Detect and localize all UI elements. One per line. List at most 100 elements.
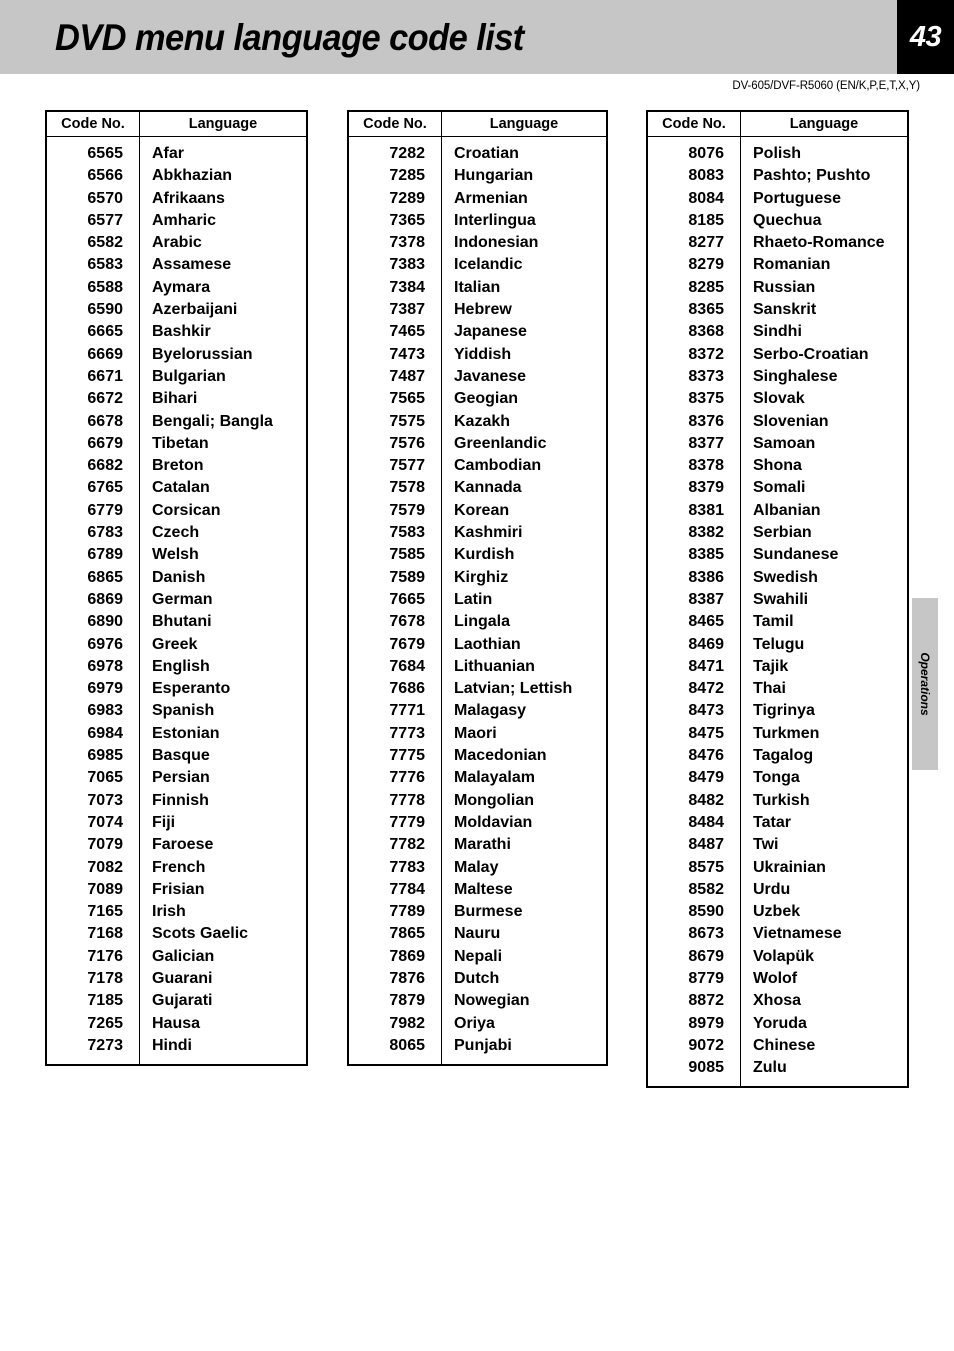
cell-code-no: 8482 xyxy=(648,789,741,812)
table-row: 8378 Shona xyxy=(648,455,907,478)
cell-code-no: 7579 xyxy=(349,499,442,523)
cell-language: Persian xyxy=(152,769,210,787)
cell-language: Frisian xyxy=(152,880,205,898)
cell-language: Malay xyxy=(454,858,499,876)
table-row: 7779 Moldavian xyxy=(349,811,606,835)
table-row: 8387 Swahili xyxy=(648,588,907,612)
table-row: 7879 Nowegian xyxy=(349,990,606,1013)
cell-language: Quechua xyxy=(753,211,822,229)
table-row: 7185 Gujarati xyxy=(47,990,306,1013)
cell-language: Greenlandic xyxy=(454,434,547,452)
cell-language: Yiddish xyxy=(454,345,512,363)
chapter-tab-operations: Operations xyxy=(912,598,938,770)
table-body: 8076 Polish 8083 Pashto; Pushto 8084 Portugue… xyxy=(648,136,907,1087)
cell-code-no: 7074 xyxy=(47,811,140,835)
cell-code-no: 6890 xyxy=(47,611,140,634)
cell-code-no: 8376 xyxy=(648,410,741,433)
cell-code-no: 7776 xyxy=(349,767,442,790)
page-number-badge: 43 xyxy=(897,0,954,74)
table-row: 8185 Quechua xyxy=(648,209,907,233)
cell-language: Moldavian xyxy=(454,813,533,831)
cell-code-no: 6582 xyxy=(47,232,140,255)
table-body: 7282 Croatian 7285 Hungarian 7289 Armenian 736… xyxy=(349,136,606,1065)
column-header-code-no: Code No. xyxy=(648,112,741,137)
cell-code-no: 6669 xyxy=(47,343,140,366)
cell-language: Latin xyxy=(454,590,493,608)
cell-code-no: 7473 xyxy=(349,343,442,366)
cell-code-no: 7585 xyxy=(349,544,442,567)
cell-language: Marathi xyxy=(454,836,511,854)
cell-language: Portuguese xyxy=(753,189,842,207)
cell-code-no: 8479 xyxy=(648,767,741,790)
cell-code-no: 8475 xyxy=(648,722,741,746)
cell-code-no: 6976 xyxy=(47,633,140,656)
cell-language: Byelorussian xyxy=(152,345,253,363)
cell-language: Somali xyxy=(753,479,806,497)
cell-language: Croatian xyxy=(454,145,519,162)
table-row: 7778 Mongolian xyxy=(349,789,606,812)
table-row: 7575 Kazakh xyxy=(349,410,606,433)
cell-code-no: 8379 xyxy=(648,477,741,500)
table-row: 7869 Nepali xyxy=(349,945,606,968)
cell-code-no: 7789 xyxy=(349,901,442,924)
language-code-table-1: Code No. Language 6565 Afar 6566 Abkhazian 6… xyxy=(45,110,308,1067)
cell-language: Arabic xyxy=(152,234,202,252)
language-code-table-3: Code No. Language 8076 Polish 8083 Pashto; … xyxy=(646,110,909,1089)
table-row: 8479 Tonga xyxy=(648,767,907,790)
cell-code-no: 7879 xyxy=(349,990,442,1013)
cell-language: Welsh xyxy=(152,546,199,564)
column-header-language: Language xyxy=(139,112,306,137)
table-row: 8679 Volapük xyxy=(648,945,907,968)
table-row: 7771 Malagasy xyxy=(349,700,606,723)
cell-code-no: 8673 xyxy=(648,923,741,946)
cell-language: Hindi xyxy=(152,1036,192,1054)
table-row: 6779 Corsican xyxy=(47,499,306,523)
table-row: 7789 Burmese xyxy=(349,901,606,924)
table-row: 6678 Bengali; Bangla xyxy=(47,410,306,433)
cell-code-no: 7073 xyxy=(47,789,140,812)
cell-language: Laothian xyxy=(454,635,521,653)
cell-language: Rhaeto-Romance xyxy=(753,234,885,252)
table-row: 6669 Byelorussian xyxy=(47,343,306,366)
table-row: 7465 Japanese xyxy=(349,321,606,344)
table-row: 7178 Guarani xyxy=(47,967,306,991)
cell-code-no: 8365 xyxy=(648,299,741,322)
code-table: Code No. Language 8076 Polish 8083 Pashto; … xyxy=(648,112,907,1087)
table-row: 8590 Uzbek xyxy=(648,901,907,924)
cell-language: Basque xyxy=(152,747,210,765)
cell-code-no: 8979 xyxy=(648,1012,741,1035)
cell-code-no: 8378 xyxy=(648,455,741,478)
cell-language: Estonian xyxy=(152,724,220,742)
table-row: 7384 Italian xyxy=(349,276,606,300)
table-row: 8382 Serbian xyxy=(648,522,907,545)
cell-language: Tajik xyxy=(753,657,789,675)
cell-language: Czech xyxy=(152,524,200,542)
table-row: 7585 Kurdish xyxy=(349,544,606,567)
cell-code-no: 7378 xyxy=(349,232,442,255)
cell-language: Tonga xyxy=(753,769,800,787)
table-row: 8475 Turkmen xyxy=(648,722,907,746)
cell-code-no: 7178 xyxy=(47,967,140,991)
cell-code-no: 7089 xyxy=(47,878,140,902)
cell-code-no: 6565 xyxy=(47,136,140,166)
table-row: 7378 Indonesian xyxy=(349,232,606,255)
table-row: 7065 Persian xyxy=(47,767,306,790)
table-row: 7583 Kashmiri xyxy=(349,522,606,545)
cell-language: Kirghiz xyxy=(454,568,509,586)
table-row: 7678 Lingala xyxy=(349,611,606,634)
cell-code-no: 8373 xyxy=(648,365,741,389)
table-row: 7684 Lithuanian xyxy=(349,655,606,679)
table-header-row: Code No. Language xyxy=(349,112,606,137)
cell-code-no: 8872 xyxy=(648,990,741,1013)
table-row: 8779 Wolof xyxy=(648,967,907,991)
cell-language: Punjabi xyxy=(454,1036,512,1054)
table-row: 8469 Telugu xyxy=(648,633,907,656)
cell-language: Kashmiri xyxy=(454,524,523,542)
cell-code-no: 8487 xyxy=(648,834,741,857)
cell-code-no: 6789 xyxy=(47,544,140,567)
cell-code-no: 7779 xyxy=(349,811,442,835)
cell-code-no: 8377 xyxy=(648,432,741,456)
cell-language: Chinese xyxy=(753,1036,816,1054)
cell-language: Bengali; Bangla xyxy=(152,412,273,430)
table-row: 8076 Polish xyxy=(648,136,907,166)
